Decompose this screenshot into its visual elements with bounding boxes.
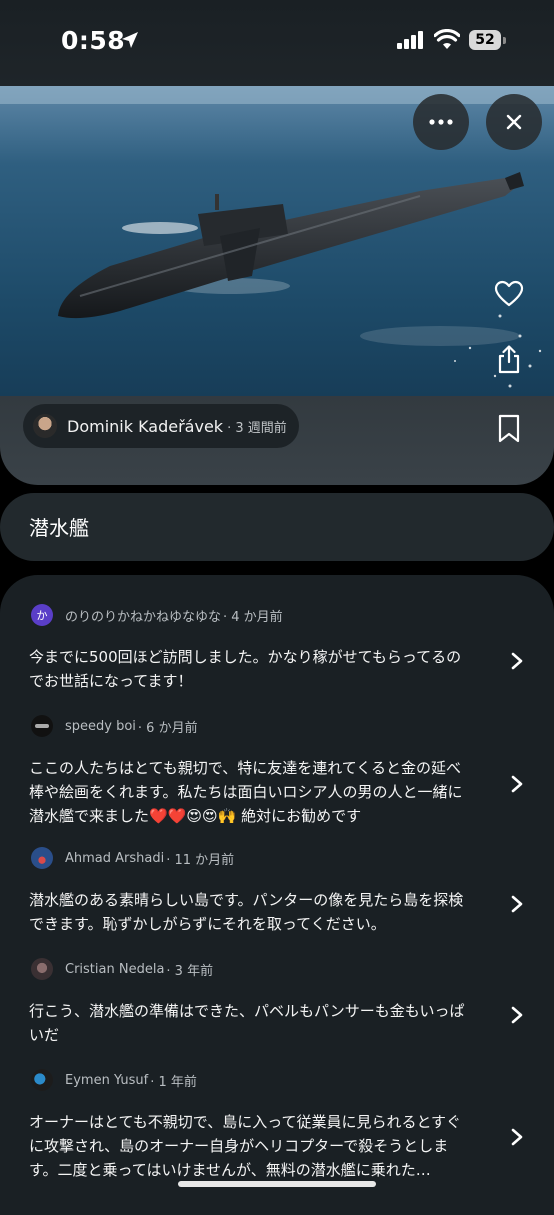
review-time: · 6 か月前 bbox=[137, 720, 198, 736]
location-arrow-icon bbox=[122, 32, 138, 48]
review-text: ここの人たちはとても親切で、特に友達を連れてくると金の延べ棒や絵画をくれます。私… bbox=[29, 759, 463, 825]
review-avatar bbox=[31, 715, 53, 737]
chevron-right-icon bbox=[511, 775, 523, 793]
close-button[interactable] bbox=[486, 94, 542, 150]
author-post-time: · 3 週間前 bbox=[227, 420, 287, 436]
review-header: Cristian Nedela · 3 年前 bbox=[31, 957, 213, 981]
author-name: Dominik Kadeřávek bbox=[67, 416, 224, 436]
review-item[interactable]: か のりのりかねかねゆなゆな · 4 か月前 今までに500回ほど訪問しました。… bbox=[0, 603, 554, 693]
battery-level: 52 bbox=[469, 30, 501, 50]
place-title-card: 潜水艦 bbox=[0, 493, 554, 561]
battery-tip bbox=[503, 37, 506, 44]
share-icon[interactable] bbox=[494, 344, 524, 374]
review-author: のりのりかねかねゆなゆな bbox=[65, 609, 222, 625]
heart-outline-icon[interactable] bbox=[494, 279, 524, 309]
review-item[interactable]: Eymen Yusuf · 1 年前 オーナーはとても不親切で、島に入って従業員… bbox=[0, 1068, 554, 1179]
review-header: Eymen Yusuf · 1 年前 bbox=[31, 1068, 197, 1092]
submarine-image bbox=[0, 86, 554, 396]
review-author: Cristian Nedela bbox=[65, 961, 165, 977]
home-indicator[interactable] bbox=[178, 1181, 376, 1187]
close-icon bbox=[506, 114, 522, 130]
review-text: 今までに500回ほど訪問しました。かなり稼がせてもらってるのでお世話になってます… bbox=[29, 648, 462, 690]
review-author: speedy boi bbox=[65, 718, 136, 734]
review-item[interactable]: Cristian Nedela · 3 年前 行こう、潜水艦の準備はできた、パベ… bbox=[0, 957, 554, 1047]
review-avatar bbox=[31, 1069, 53, 1091]
review-item[interactable]: speedy boi · 6 か月前 ここの人たちはとても親切で、特に友達を連れ… bbox=[0, 714, 554, 825]
author-chip[interactable]: Dominik Kadeřávek · 3 週間前 bbox=[23, 404, 299, 448]
chevron-right-icon bbox=[511, 1006, 523, 1024]
review-author: Eymen Yusuf bbox=[65, 1072, 149, 1088]
review-time: · 3 年前 bbox=[166, 963, 214, 979]
reviews-list: か のりのりかねかねゆなゆな · 4 か月前 今までに500回ほど訪問しました。… bbox=[0, 575, 554, 1215]
bookmark-icon[interactable] bbox=[497, 414, 521, 444]
review-header: Ahmad Arshadi · 11 か月前 bbox=[31, 846, 234, 870]
review-time: · 1 年前 bbox=[150, 1074, 197, 1090]
chevron-right-icon bbox=[511, 652, 523, 670]
review-header: speedy boi · 6 か月前 bbox=[31, 714, 198, 738]
status-bar: 0:58 52 bbox=[0, 0, 554, 86]
review-time: · 11 か月前 bbox=[166, 852, 235, 868]
chevron-right-icon bbox=[511, 895, 523, 913]
place-photo[interactable]: ❤️ 13 bbox=[0, 86, 554, 396]
place-photo-card: 0:58 52 Dominik Kadeřávek · 3 週間前 bbox=[0, 0, 554, 485]
cellular-signal-icon bbox=[397, 31, 423, 49]
battery-indicator: 52 bbox=[469, 30, 507, 50]
review-author: Ahmad Arshadi bbox=[65, 850, 165, 866]
review-text: オーナーはとても不親切で、島に入って従業員に見られるとすぐに攻撃され、島のオーナ… bbox=[29, 1113, 462, 1179]
review-avatar: か bbox=[31, 604, 53, 626]
review-time: · 4 か月前 bbox=[223, 609, 283, 625]
review-item[interactable]: Ahmad Arshadi · 11 か月前 潜水艦のある素晴らしい島です。パン… bbox=[0, 846, 554, 936]
more-horizontal-icon bbox=[429, 119, 453, 125]
more-options-button[interactable] bbox=[413, 94, 469, 150]
status-time: 0:58 bbox=[61, 26, 126, 55]
wifi-icon bbox=[434, 29, 460, 49]
review-avatar bbox=[31, 847, 53, 869]
author-avatar bbox=[33, 414, 57, 438]
review-text: 行こう、潜水艦の準備はできた、パベルもパンサーも金もいっぱいだ bbox=[29, 1002, 465, 1044]
chevron-right-icon bbox=[511, 1128, 523, 1146]
review-text: 潜水艦のある素晴らしい島です。パンターの像を見たら島を探検できます。恥ずかしがら… bbox=[29, 891, 464, 933]
review-avatar bbox=[31, 958, 53, 980]
review-header: か のりのりかねかねゆなゆな · 4 か月前 bbox=[31, 603, 283, 627]
place-title: 潜水艦 bbox=[29, 516, 89, 540]
